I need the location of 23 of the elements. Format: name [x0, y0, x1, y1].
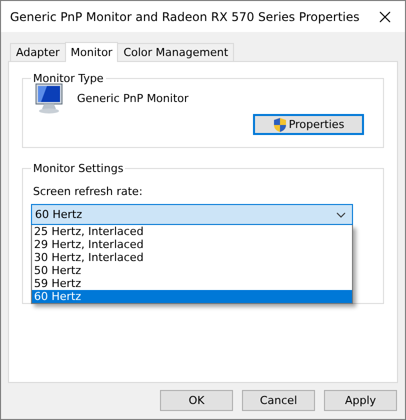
tab[interactable]: Color Management — [117, 43, 234, 61]
dropdown-option[interactable]: 59 Hertz — [32, 277, 352, 290]
window-title: Generic PnP Monitor and Radeon RX 570 Series Properties — [10, 10, 360, 24]
refresh-rate-dropdown[interactable]: 60 Hertz — [31, 204, 353, 225]
tab[interactable]: Monitor — [64, 42, 118, 62]
dropdown-option[interactable]: 50 Hertz — [32, 264, 352, 277]
dropdown-option[interactable]: 29 Hertz, Interlaced — [32, 238, 352, 251]
chevron-down-icon — [336, 212, 346, 218]
monitor-icon — [33, 83, 63, 114]
dropdown-option[interactable]: 60 Hertz — [32, 290, 352, 303]
tab[interactable]: Adapter — [10, 43, 66, 61]
dialog-button[interactable]: Apply — [324, 390, 397, 411]
close-icon — [379, 10, 391, 22]
dialog-button[interactable]: Cancel — [242, 390, 315, 411]
dialog-button[interactable]: OK — [160, 390, 233, 411]
group-legend: Monitor Settings — [31, 162, 126, 175]
properties-button[interactable]: Properties — [253, 114, 364, 135]
monitor-name: Generic PnP Monitor — [77, 92, 189, 105]
dropdown-option[interactable]: 25 Hertz, Interlaced — [32, 225, 352, 238]
group-legend: Monitor Type — [31, 72, 106, 85]
refresh-rate-label: Screen refresh rate: — [33, 185, 144, 198]
dropdown-option[interactable]: 30 Hertz, Interlaced — [32, 251, 352, 264]
shield-icon — [272, 116, 287, 132]
